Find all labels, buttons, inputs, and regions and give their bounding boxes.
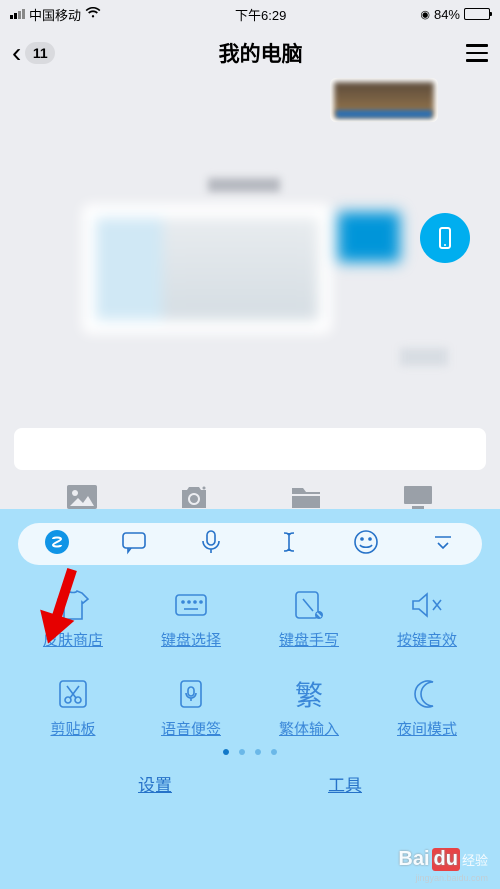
phone-icon [433, 226, 457, 250]
voice-note-icon [171, 678, 211, 710]
voice-memo-button[interactable]: 语音便签 [132, 678, 250, 739]
night-mode-button[interactable]: 夜间模式 [368, 678, 486, 739]
status-right: ◉ 84% [420, 7, 490, 22]
message-icon[interactable] [121, 529, 147, 560]
label: 键盘选择 [161, 629, 221, 650]
input-area [0, 418, 500, 480]
back-count-badge: 11 [25, 42, 55, 64]
label: 繁体输入 [279, 718, 339, 739]
message-card[interactable] [82, 204, 332, 334]
traditional-glyph-icon: 繁 [289, 678, 329, 710]
status-time: 下午6:29 [235, 5, 286, 24]
handwriting-button[interactable]: 键盘手写 [250, 589, 368, 650]
keyboard-bottom-bar: 设置 工具 [0, 755, 500, 796]
key-sound-button[interactable]: 按键音效 [368, 589, 486, 650]
wm-cn: 经验 [462, 850, 488, 869]
battery-label: 84% [434, 7, 460, 22]
label: 夜间模式 [397, 718, 457, 739]
wm-sub: jingyan.baidu.com [415, 873, 488, 883]
label: 语音便签 [161, 718, 221, 739]
tutorial-arrow [30, 566, 80, 646]
message-image[interactable] [330, 78, 438, 122]
message-timestamp [208, 178, 280, 192]
speaker-mute-icon [407, 589, 447, 621]
label: 键盘手写 [279, 629, 339, 650]
keyboard-topbar [18, 523, 482, 565]
keyboard-select-button[interactable]: 键盘选择 [132, 589, 250, 650]
traditional-input-button[interactable]: 繁 繁体输入 [250, 678, 368, 739]
device-phone-badge[interactable] [420, 213, 470, 263]
message-text[interactable] [400, 348, 448, 366]
keyboard-icon [171, 589, 211, 621]
collapse-icon[interactable] [430, 529, 456, 560]
cursor-icon[interactable] [276, 529, 302, 560]
wm-brand-l: Bai [398, 848, 429, 871]
microphone-icon[interactable] [198, 529, 224, 560]
alarm-icon: ◉ [420, 8, 430, 21]
menu-button[interactable] [466, 44, 488, 62]
carrier-label: 中国移动 [29, 5, 81, 24]
nav-bar: ‹ 11 我的电脑 [0, 28, 500, 78]
status-left: 中国移动 [10, 5, 101, 24]
clipboard-button[interactable]: 剪贴板 [14, 678, 132, 739]
wifi-icon [85, 6, 101, 22]
tools-link[interactable]: 工具 [328, 771, 362, 796]
status-bar: 中国移动 下午6:29 ◉ 84% [0, 0, 500, 28]
handwriting-icon [289, 589, 329, 621]
label: 按键音效 [397, 629, 457, 650]
label: 剪贴板 [50, 718, 95, 739]
chevron-left-icon: ‹ [12, 37, 21, 69]
message-input[interactable] [14, 428, 486, 470]
settings-link[interactable]: 设置 [138, 771, 172, 796]
scissors-icon [53, 678, 93, 710]
emoji-icon[interactable] [353, 529, 379, 560]
moon-icon [407, 678, 447, 710]
battery-icon [464, 8, 490, 20]
signal-icon [10, 9, 25, 19]
back-button[interactable]: ‹ 11 [12, 37, 55, 69]
chat-area[interactable] [0, 78, 500, 418]
page-title: 我的电脑 [219, 38, 303, 68]
logo-icon[interactable] [44, 529, 70, 560]
wm-brand-r: du [432, 848, 460, 871]
watermark: Bai du 经验 jingyan.baidu.com [398, 848, 488, 871]
